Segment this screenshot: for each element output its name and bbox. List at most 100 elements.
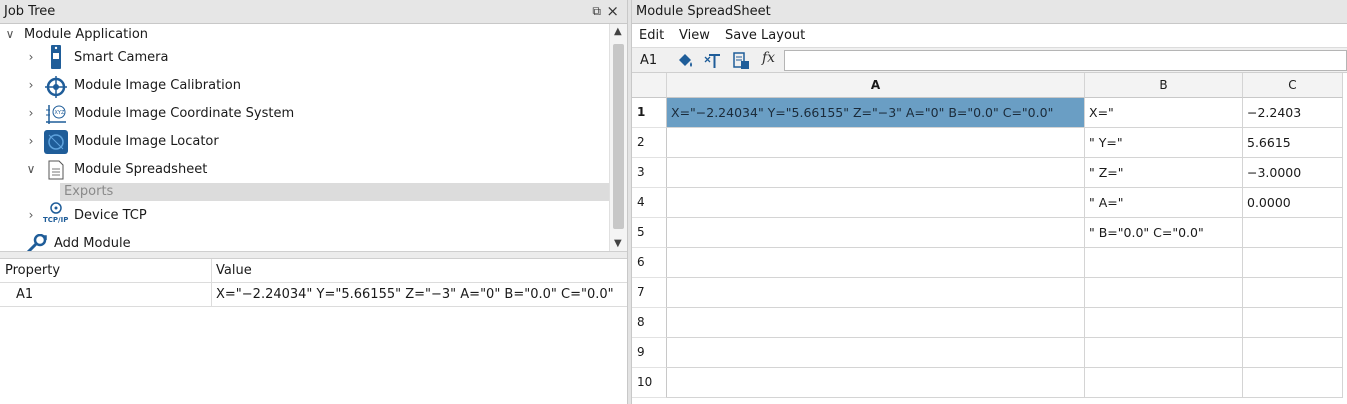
cell-a8[interactable]: [667, 308, 1085, 338]
tree-item-label: Module Spreadsheet: [74, 162, 208, 177]
cell-b8[interactable]: [1085, 308, 1243, 338]
cell-b9[interactable]: [1085, 338, 1243, 368]
properties-header: Property Value: [0, 259, 627, 307]
cell-b1[interactable]: X=": [1085, 98, 1243, 128]
tree-item-label: Module Image Calibration: [74, 78, 241, 93]
right-pane: Module SpreadSheet Edit View Save Layout…: [632, 0, 1347, 404]
column-header-a[interactable]: A: [667, 73, 1085, 98]
tcp-icon-text: TCP/IP: [43, 216, 68, 224]
tree-item-label: Device TCP: [74, 208, 147, 223]
cell-b3[interactable]: " Z=": [1085, 158, 1243, 188]
cell-c8[interactable]: [1243, 308, 1343, 338]
cell-b2[interactable]: " Y=": [1085, 128, 1243, 158]
spreadsheet-titlebar: Module SpreadSheet: [632, 0, 1347, 24]
cell-c10[interactable]: [1243, 368, 1343, 398]
cell-a2[interactable]: [667, 128, 1085, 158]
expand-chevron-icon[interactable]: ∨: [3, 27, 17, 41]
cell-a3[interactable]: [667, 158, 1085, 188]
cell-c9[interactable]: [1243, 338, 1343, 368]
scroll-down-icon[interactable]: ▼: [614, 238, 622, 249]
coordinate-icon-text: XYZ: [55, 110, 65, 116]
column-header-b[interactable]: B: [1085, 73, 1243, 98]
column-header-c[interactable]: C: [1243, 73, 1343, 98]
tree-item-device-tcp[interactable]: › TCP/IP Device TCP: [0, 202, 609, 230]
export-icon[interactable]: [732, 52, 750, 70]
close-panel-icon[interactable]: ×: [606, 2, 619, 20]
collapse-chevron-icon[interactable]: ›: [24, 106, 38, 120]
spreadsheet-grid: A B C 1 X="−2.24034" Y="5.66155" Z="−3" A…: [632, 73, 1347, 404]
row-header[interactable]: 8: [632, 308, 667, 338]
cell-a9[interactable]: [667, 338, 1085, 368]
collapse-chevron-icon[interactable]: ›: [24, 78, 38, 92]
menu-save-layout[interactable]: Save Layout: [725, 28, 805, 43]
tree-item-module-image-locator[interactable]: › Module Image Locator: [0, 128, 609, 156]
cell-a7[interactable]: [667, 278, 1085, 308]
tree-item-label: Exports: [64, 184, 114, 199]
text-format-icon[interactable]: [704, 52, 722, 70]
cell-b6[interactable]: [1085, 248, 1243, 278]
expand-chevron-icon[interactable]: ∨: [24, 162, 38, 176]
row-header[interactable]: 5: [632, 218, 667, 248]
cell-c5[interactable]: [1243, 218, 1343, 248]
cell-c4[interactable]: 0.0000: [1243, 188, 1343, 218]
tree-item-label: Module Image Locator: [74, 134, 219, 149]
row-header[interactable]: 3: [632, 158, 667, 188]
tree-item-label: Module Image Coordinate System: [74, 106, 295, 121]
cell-a5[interactable]: [667, 218, 1085, 248]
row-header[interactable]: 4: [632, 188, 667, 218]
property-column-header[interactable]: Property: [5, 263, 60, 278]
tree-item-module-spreadsheet[interactable]: ∨ Module Spreadsheet: [0, 156, 609, 184]
row-header[interactable]: 2: [632, 128, 667, 158]
tree-scrollbar[interactable]: ▲ ▼: [609, 24, 627, 251]
formula-input[interactable]: [784, 50, 1347, 71]
cell-c6[interactable]: [1243, 248, 1343, 278]
row-header[interactable]: 9: [632, 338, 667, 368]
property-value[interactable]: X="−2.24034" Y="5.66155" Z="−3" A="0" B=…: [216, 287, 614, 302]
cell-b7[interactable]: [1085, 278, 1243, 308]
wrench-icon: [26, 233, 47, 251]
cell-c3[interactable]: −3.0000: [1243, 158, 1343, 188]
menu-edit[interactable]: Edit: [639, 28, 664, 43]
scroll-up-icon[interactable]: ▲: [614, 26, 622, 37]
cell-c7[interactable]: [1243, 278, 1343, 308]
collapse-chevron-icon[interactable]: ›: [24, 50, 38, 64]
tree-item-exports[interactable]: Exports: [60, 183, 609, 201]
cell-a6[interactable]: [667, 248, 1085, 278]
horizontal-splitter[interactable]: [0, 251, 627, 259]
cell-a1[interactable]: X="−2.24034" Y="5.66155" Z="−3" A="0" B=…: [667, 98, 1085, 128]
menu-view[interactable]: View: [679, 28, 710, 43]
tree-item-module-image-calibration[interactable]: › Module Image Calibration: [0, 72, 609, 100]
scrollbar-thumb[interactable]: [613, 44, 624, 229]
add-module-button[interactable]: Add Module: [0, 230, 609, 251]
value-column-header[interactable]: Value: [216, 263, 252, 278]
cell-a10[interactable]: [667, 368, 1085, 398]
spreadsheet-title: Module SpreadSheet: [636, 4, 771, 19]
cell-b4[interactable]: " A=": [1085, 188, 1243, 218]
property-name: A1: [16, 287, 34, 302]
tcp-ip-icon: TCP/IP: [43, 202, 69, 226]
formula-bar: A1 fx: [632, 47, 1347, 73]
menu-bar: Edit View Save Layout: [632, 24, 1347, 47]
function-icon[interactable]: fx: [762, 50, 775, 66]
tree-item-label: Add Module: [54, 236, 131, 251]
collapse-chevron-icon[interactable]: ›: [24, 134, 38, 148]
locator-icon: [44, 130, 68, 154]
row-header[interactable]: 6: [632, 248, 667, 278]
tree-item-smart-camera[interactable]: › Smart Camera: [0, 44, 609, 72]
float-panel-icon[interactable]: ⧉: [592, 4, 601, 19]
table-row[interactable]: A1 X="−2.24034" Y="5.66155" Z="−3" A="0"…: [0, 283, 627, 307]
paint-bucket-icon[interactable]: [676, 52, 694, 70]
row-header[interactable]: 7: [632, 278, 667, 308]
cell-a4[interactable]: [667, 188, 1085, 218]
cell-b5[interactable]: " B="0.0" C="0.0": [1085, 218, 1243, 248]
smart-camera-icon: [46, 45, 66, 69]
corner-header[interactable]: [632, 73, 667, 98]
tree-item-module-image-coordinate-system[interactable]: › XYZ Module Image Coordinate System: [0, 100, 609, 128]
cell-c2[interactable]: 5.6615: [1243, 128, 1343, 158]
tree-item-label: Module Application: [24, 27, 149, 42]
row-header[interactable]: 10: [632, 368, 667, 398]
cell-c1[interactable]: −2.2403: [1243, 98, 1343, 128]
cell-b10[interactable]: [1085, 368, 1243, 398]
collapse-chevron-icon[interactable]: ›: [24, 208, 38, 222]
row-header[interactable]: 1: [632, 98, 667, 128]
